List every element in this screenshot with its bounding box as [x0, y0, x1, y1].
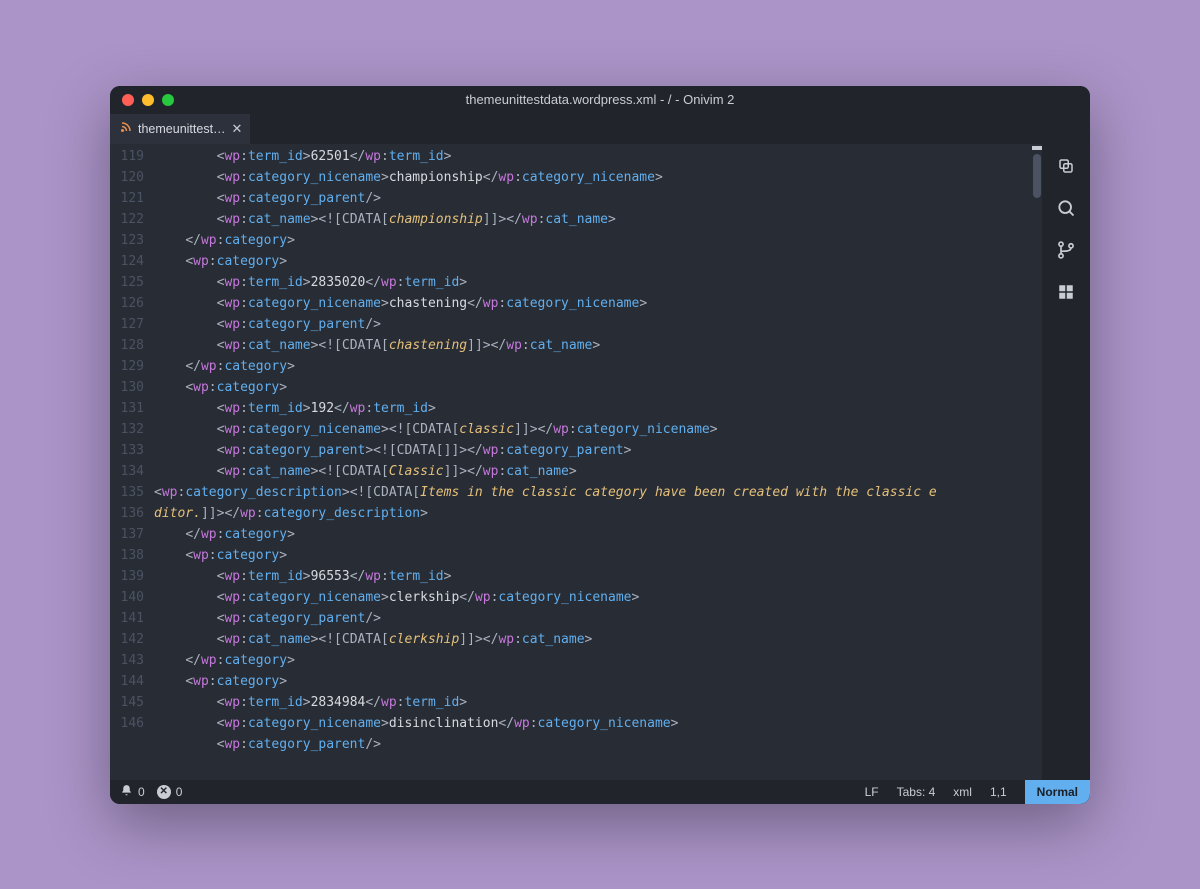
status-errors[interactable]: ✕ 0 [157, 785, 183, 799]
status-bar: 0 ✕ 0 LF Tabs: 4 xml 1,1 Normal [110, 780, 1090, 804]
git-branch-icon[interactable] [1056, 240, 1076, 260]
search-icon[interactable] [1056, 198, 1076, 218]
tab-close-icon[interactable]: ✕ [232, 121, 243, 137]
rss-icon [120, 121, 132, 136]
editor-scrollbar[interactable] [1032, 144, 1042, 780]
activity-bar [1042, 144, 1090, 780]
tab-bar: themeunittest… ✕ [110, 114, 1090, 144]
status-position[interactable]: 1,1 [990, 785, 1007, 799]
status-eol[interactable]: LF [865, 785, 879, 799]
code-content[interactable]: <wp:term_id>62501</wp:term_id> <wp:categ… [154, 144, 1042, 780]
titlebar: themeunittestdata.wordpress.xml - / - On… [110, 86, 1090, 114]
status-filetype[interactable]: xml [953, 785, 972, 799]
error-icon: ✕ [157, 785, 171, 799]
errors-count: 0 [176, 785, 183, 799]
window-close-button[interactable] [122, 94, 134, 106]
window-maximize-button[interactable] [162, 94, 174, 106]
scroll-marker [1032, 146, 1042, 150]
dashboard-icon[interactable] [1056, 282, 1076, 302]
tab-label: themeunittest… [138, 122, 226, 136]
scroll-thumb[interactable] [1033, 154, 1041, 198]
traffic-lights [110, 94, 174, 106]
copy-icon[interactable] [1056, 156, 1076, 176]
notifications-count: 0 [138, 785, 145, 799]
app-window: themeunittestdata.wordpress.xml - / - On… [110, 86, 1090, 804]
editor[interactable]: 1191201211221231241251261271281291301311… [110, 144, 1042, 780]
line-number-gutter: 1191201211221231241251261271281291301311… [110, 144, 154, 780]
bell-icon [120, 784, 133, 800]
tab-file[interactable]: themeunittest… ✕ [110, 114, 250, 144]
status-mode[interactable]: Normal [1025, 780, 1090, 804]
status-notifications[interactable]: 0 [120, 784, 145, 800]
window-title: themeunittestdata.wordpress.xml - / - On… [110, 92, 1090, 107]
window-minimize-button[interactable] [142, 94, 154, 106]
status-tabs[interactable]: Tabs: 4 [897, 785, 936, 799]
